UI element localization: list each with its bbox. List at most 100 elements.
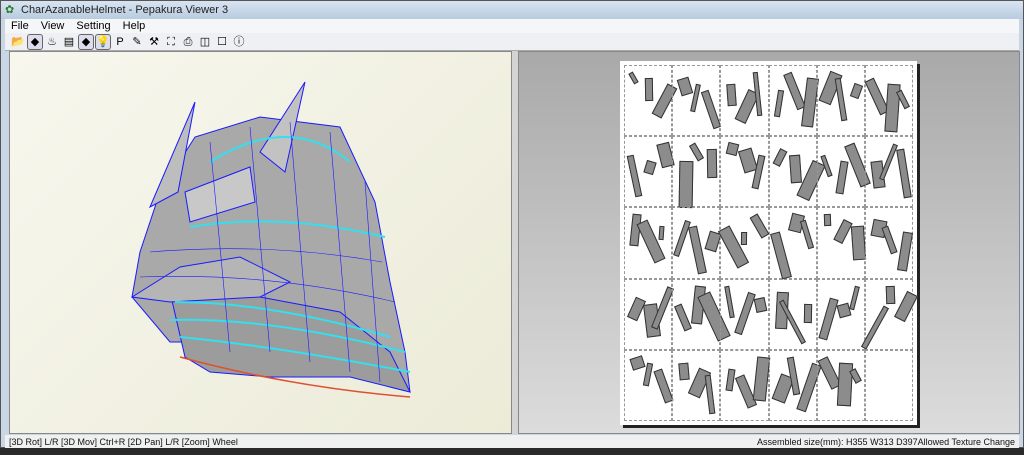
pattern-part[interactable]: [674, 303, 693, 332]
title-bar: ✿ CharAzanableHelmet - Pepakura Viewer 3: [1, 1, 1023, 19]
pattern-part[interactable]: [629, 355, 646, 371]
pattern-cell: [816, 65, 865, 137]
pattern-cell: [720, 349, 771, 421]
print-icon: ⎙: [183, 35, 193, 48]
texture-icon: ▤: [63, 35, 75, 48]
pattern-cell: [672, 207, 722, 279]
pattern-cell: [768, 278, 817, 350]
menu-bar: File View Setting Help: [5, 19, 1019, 33]
info-button[interactable]: ⓘ: [232, 35, 246, 49]
pattern-part[interactable]: [741, 232, 748, 246]
pattern-part[interactable]: [835, 160, 849, 195]
pattern-cell: [624, 136, 675, 208]
pattern-part[interactable]: [782, 71, 806, 111]
pattern-part[interactable]: [688, 225, 708, 275]
print-button[interactable]: ⎙: [181, 35, 195, 49]
menu-help[interactable]: Help: [123, 20, 146, 32]
pattern-part[interactable]: [644, 77, 654, 102]
pattern-part[interactable]: [726, 142, 740, 157]
pattern-part[interactable]: [753, 71, 763, 117]
pattern-part[interactable]: [832, 219, 853, 245]
paint-brush-button[interactable]: ♨: [45, 35, 59, 49]
pattern-part[interactable]: [689, 142, 705, 162]
pattern-part[interactable]: [769, 231, 792, 280]
pattern-cell: [816, 349, 865, 421]
page-number-icon: P: [116, 35, 124, 48]
pattern-part[interactable]: [749, 213, 770, 240]
pattern-part[interactable]: [896, 231, 913, 272]
pattern-cell: [864, 207, 913, 279]
light-bulb-button[interactable]: 💡: [95, 33, 111, 50]
pattern-cell: [860, 278, 918, 350]
pattern-cell: [864, 349, 913, 421]
pattern-part[interactable]: [823, 214, 831, 227]
pattern-cell: [768, 207, 817, 280]
pattern-part[interactable]: [803, 303, 812, 323]
texture-button[interactable]: ▤: [62, 35, 76, 49]
pattern-cell: [624, 278, 674, 350]
pattern-part[interactable]: [673, 220, 692, 258]
pattern-part[interactable]: [772, 148, 787, 168]
pattern-part[interactable]: [628, 71, 639, 85]
pattern-part[interactable]: [896, 148, 912, 199]
pattern-part[interactable]: [726, 83, 738, 107]
pattern-part[interactable]: [773, 89, 784, 118]
split-view-icon: ◫: [199, 35, 211, 48]
pattern-cell: [672, 278, 731, 350]
pattern-part[interactable]: [701, 89, 722, 130]
pattern-part[interactable]: [834, 77, 847, 122]
pattern-part[interactable]: [643, 160, 657, 176]
toolbar: 📂 ◆ ♨ ▤ ◆ 💡 P ✎ ⚒ ⛶ ⎙ ◫ ☐ ⓘ: [5, 33, 1019, 51]
pattern-part[interactable]: [704, 374, 716, 415]
pattern-part[interactable]: [818, 297, 839, 341]
light-bulb-icon: 💡: [96, 35, 110, 48]
single-view-button[interactable]: ☐: [215, 35, 229, 49]
app-window: ✿ CharAzanableHelmet - Pepakura Viewer 3…: [0, 0, 1024, 448]
pattern-cell: [768, 349, 822, 421]
tool-button[interactable]: ⚒: [147, 35, 161, 49]
2d-pattern-pane[interactable]: [518, 51, 1020, 434]
pattern-part[interactable]: [626, 154, 643, 198]
pattern-cell: [768, 65, 819, 137]
cube-color-button[interactable]: ◆: [78, 33, 94, 50]
menu-setting[interactable]: Setting: [76, 20, 110, 32]
pattern-part[interactable]: [881, 226, 898, 255]
pattern-part[interactable]: [725, 368, 736, 392]
pattern-part[interactable]: [676, 76, 694, 97]
pattern-part[interactable]: [893, 290, 918, 322]
menu-file[interactable]: File: [11, 20, 29, 32]
helmet-3d-model[interactable]: [10, 52, 513, 435]
edge-button[interactable]: ✎: [130, 35, 144, 49]
pattern-part[interactable]: [753, 296, 768, 313]
pattern-part[interactable]: [658, 226, 665, 241]
pattern-part[interactable]: [734, 291, 757, 335]
pattern-part[interactable]: [860, 305, 889, 350]
pattern-part[interactable]: [788, 154, 802, 184]
pattern-part[interactable]: [836, 362, 853, 407]
open-folder-button[interactable]: 📂: [11, 35, 25, 49]
pattern-cell: [624, 65, 678, 137]
select-icon: ⛶: [167, 35, 175, 48]
pattern-cell: [864, 136, 913, 208]
pattern-part[interactable]: [678, 161, 694, 209]
pattern-cell: [720, 278, 769, 350]
3d-view-button[interactable]: ◆: [27, 33, 43, 50]
pattern-part[interactable]: [799, 220, 814, 250]
page-number-button[interactable]: P: [113, 35, 127, 49]
3d-view-pane[interactable]: [9, 51, 512, 434]
pattern-part[interactable]: [836, 302, 852, 318]
pattern-part[interactable]: [885, 285, 896, 304]
pattern-part[interactable]: [653, 368, 674, 404]
menu-view[interactable]: View: [41, 20, 65, 32]
pattern-cell: [768, 136, 826, 208]
status-bar: [3D Rot] L/R [3D Mov] Ctrl+R [2D Pan] L/…: [5, 435, 1019, 448]
split-view-button[interactable]: ◫: [198, 35, 212, 49]
pattern-part[interactable]: [820, 154, 833, 178]
pattern-part[interactable]: [850, 225, 866, 261]
pattern-part[interactable]: [706, 149, 718, 179]
pattern-part[interactable]: [724, 285, 736, 318]
pattern-part[interactable]: [678, 362, 690, 381]
select-button[interactable]: ⛶: [164, 35, 178, 49]
pattern-part[interactable]: [848, 285, 860, 310]
pattern-part[interactable]: [849, 82, 863, 100]
